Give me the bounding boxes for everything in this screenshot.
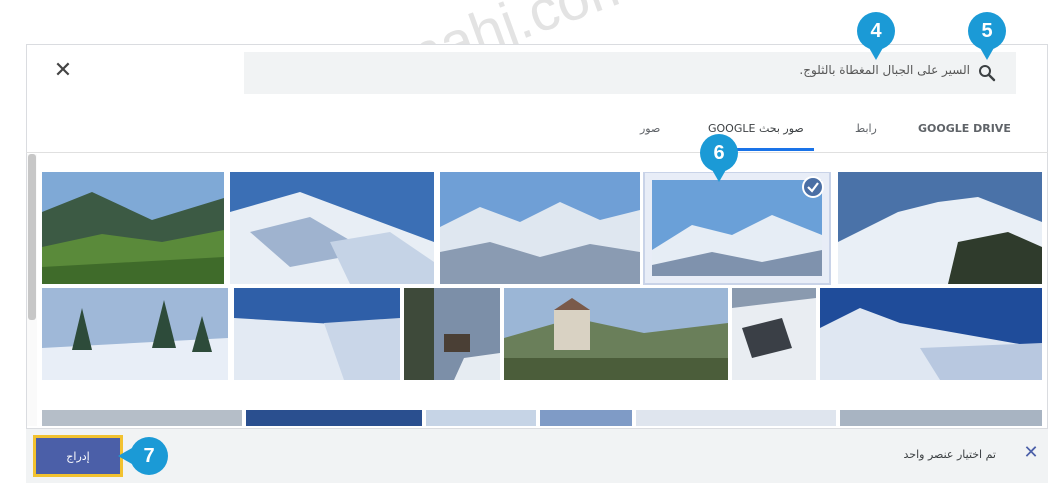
image-result-snowy-mountain-selected[interactable] — [643, 172, 831, 285]
tab-google-drive[interactable]: GOOGLE DRIVE — [918, 122, 1011, 135]
image-result-valley[interactable] — [42, 172, 224, 284]
callout-5: 5 — [968, 12, 1006, 50]
image-result-snow-plain[interactable] — [820, 288, 1042, 380]
selection-footer — [26, 428, 1048, 483]
image-result-row3-1[interactable] — [42, 410, 242, 426]
search-field[interactable]: السير على الجبال المغطاة بالثلوج. — [244, 52, 1016, 94]
clear-selection-icon[interactable]: ✕ — [1022, 444, 1040, 462]
image-result-row3-4[interactable] — [540, 410, 632, 426]
image-result-castle[interactable] — [504, 288, 728, 380]
scrollbar-thumb[interactable] — [28, 154, 36, 320]
search-query-text[interactable]: السير على الجبال المغطاة بالثلوج. — [799, 63, 970, 77]
selection-count-text: تم اختيار عنصر واحد — [903, 448, 996, 461]
callout-7-pointer — [118, 448, 132, 464]
image-result-row3-6[interactable] — [840, 410, 1042, 426]
image-result-alps-panorama[interactable] — [440, 172, 640, 284]
image-result-snow-peaks[interactable] — [838, 172, 1042, 284]
search-icon[interactable] — [978, 64, 996, 82]
image-result-steep-slope[interactable] — [732, 288, 816, 380]
tab-google-image-search[interactable]: صور بحث GOOGLE — [708, 122, 804, 135]
image-result-snow-ridge[interactable] — [234, 288, 400, 380]
tab-photos[interactable]: صور — [640, 122, 660, 135]
callout-7: 7 — [130, 437, 168, 475]
image-result-row3-3[interactable] — [426, 410, 536, 426]
tabs-divider — [26, 152, 1048, 153]
close-dialog-button[interactable]: ✕ — [52, 60, 74, 82]
callout-6: 6 — [700, 134, 738, 172]
image-result-row3-5[interactable] — [636, 410, 836, 426]
image-result-forest-cabin[interactable] — [404, 288, 500, 380]
source-tabs: GOOGLE DRIVE رابط صور بحث GOOGLE صور — [600, 112, 1040, 152]
image-result-snowy-trees[interactable] — [42, 288, 228, 380]
callout-4-pointer — [868, 46, 884, 60]
insert-button[interactable]: إدراج — [33, 435, 123, 477]
image-result-snowy-slope-1[interactable] — [230, 172, 434, 284]
image-result-row3-2[interactable] — [246, 410, 422, 426]
selected-check-icon — [802, 176, 824, 198]
tab-link[interactable]: رابط — [855, 122, 877, 135]
callout-5-pointer — [979, 46, 995, 60]
callout-6-pointer — [711, 168, 727, 182]
callout-4: 4 — [857, 12, 895, 50]
image-results-grid — [42, 172, 1042, 426]
